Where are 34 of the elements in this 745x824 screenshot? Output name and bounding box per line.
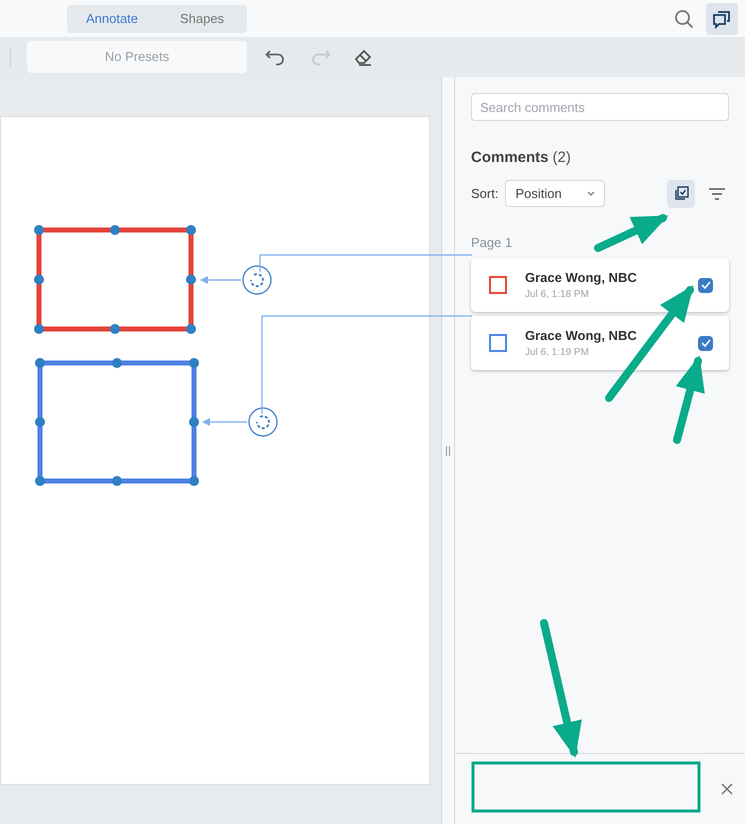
checkbox[interactable] xyxy=(698,278,713,292)
comment-time: Jul 6, 1:19 PM xyxy=(525,346,590,360)
rectangle-shape[interactable] xyxy=(35,358,199,486)
checkbox[interactable] xyxy=(698,336,713,350)
close-icon[interactable] xyxy=(721,783,733,795)
rectangle-shape[interactable] xyxy=(34,225,196,334)
eraser-icon[interactable] xyxy=(353,47,373,67)
chat-bubbles-icon xyxy=(712,8,732,28)
comment-author: Grace Wong, NBC xyxy=(525,268,637,287)
page-group-label: Page 1 xyxy=(471,234,512,252)
resize-handle-icon[interactable] xyxy=(445,446,451,456)
pointer-arrow xyxy=(200,276,241,284)
comments-heading: Comments xyxy=(471,148,549,168)
pointer-arrow xyxy=(202,418,247,426)
comment-card[interactable]: Grace Wong, NBC Jul 6, 1:19 PM xyxy=(471,316,729,370)
sort-label: Sort: xyxy=(471,184,498,203)
tab[interactable]: Shapes xyxy=(157,4,247,32)
comments-count: (2) xyxy=(552,148,571,168)
comment-marker-icon[interactable] xyxy=(242,265,272,295)
comment-card[interactable]: Grace Wong, NBC Jul 6, 1:18 PM xyxy=(471,258,729,312)
comment-time: Jul 6, 1:18 PM xyxy=(525,288,590,302)
comment-marker-icon[interactable] xyxy=(248,407,278,437)
stacked-checkbox-icon xyxy=(673,186,689,202)
search-icon[interactable] xyxy=(674,8,694,28)
sort-dropdown[interactable]: Position xyxy=(505,180,606,207)
comment-author: Grace Wong, NBC xyxy=(525,326,637,345)
search-field[interactable]: Search comments xyxy=(471,93,729,121)
check-icon xyxy=(700,339,710,347)
check-icon xyxy=(700,281,710,289)
comments-button[interactable] xyxy=(706,2,738,34)
filter-icon[interactable] xyxy=(709,188,725,200)
chevron-down-icon xyxy=(587,191,596,196)
undo-icon[interactable] xyxy=(265,48,287,66)
multi-select-button[interactable] xyxy=(667,180,695,208)
